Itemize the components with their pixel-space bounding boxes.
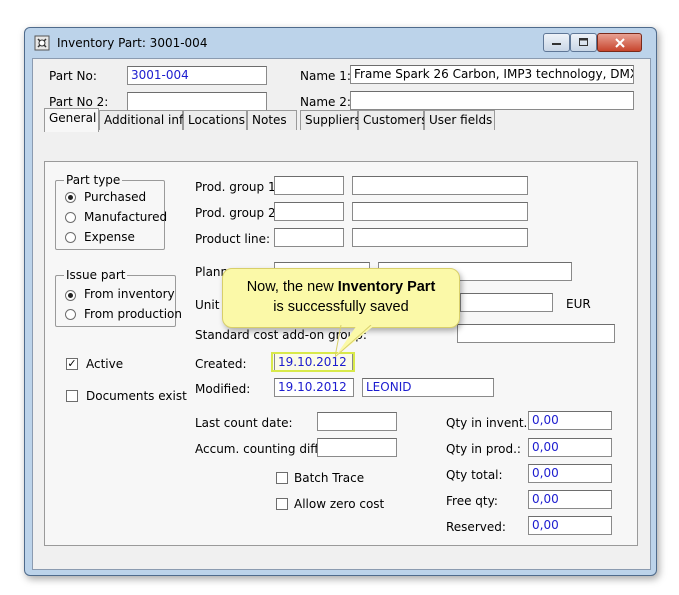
last-count-label: Last count date: <box>195 416 293 430</box>
callout-line2: is successfully saved <box>273 299 409 315</box>
window-title: Inventory Part: 3001-004 <box>57 36 208 50</box>
prod-group2-name-field[interactable] <box>352 202 528 221</box>
close-button[interactable] <box>597 33 642 52</box>
modified-field[interactable]: 19.10.2012 <box>274 378 354 397</box>
manufactured-label: Manufactured <box>84 210 168 224</box>
title-bar[interactable]: Inventory Part: 3001-004 <box>25 28 656 58</box>
close-icon <box>614 37 625 48</box>
tab-locations[interactable]: Locations <box>183 110 247 130</box>
batch-trace-label: Batch Trace <box>294 471 365 485</box>
issue-part-title: Issue part <box>64 268 128 282</box>
qty-inv-field[interactable]: 0,00 <box>528 411 612 430</box>
success-callout: Now, the new Inventory Part is successfu… <box>222 268 460 328</box>
prod-group2-code-field[interactable] <box>274 202 344 221</box>
radio-purchased[interactable] <box>65 192 76 203</box>
unit-cost-field[interactable] <box>460 293 553 312</box>
active-label: Active <box>86 357 124 371</box>
reserved-field[interactable]: 0,00 <box>528 516 612 535</box>
purchased-label: Purchased <box>84 190 147 204</box>
free-qty-label: Free qty: <box>446 494 498 508</box>
free-qty-field[interactable]: 0,00 <box>528 490 612 509</box>
product-line-code-field[interactable] <box>274 228 344 247</box>
tab-customers[interactable]: Customers <box>358 110 428 130</box>
part-no2-field[interactable] <box>127 92 267 111</box>
name2-field[interactable] <box>350 91 634 110</box>
from-inventory-label: From inventory <box>84 287 175 301</box>
part-no2-label: Part No 2: <box>49 95 109 109</box>
allow-zero-cost-checkbox[interactable] <box>276 498 288 510</box>
tab-general[interactable]: General <box>44 108 99 132</box>
tab-additional-info[interactable]: Additional info <box>99 110 191 130</box>
prod-group1-name-field[interactable] <box>352 176 528 195</box>
prod-group1-label: Prod. group 1: <box>195 180 280 194</box>
part-type-title: Part type <box>64 173 123 187</box>
allow-zero-cost-label: Allow zero cost <box>294 497 385 511</box>
reserved-label: Reserved: <box>446 520 506 534</box>
active-checkbox[interactable]: ✓ <box>66 358 78 370</box>
tab-notes[interactable]: Notes <box>247 110 297 130</box>
product-line-name-field[interactable] <box>352 228 528 247</box>
part-no-label: Part No: <box>49 69 97 83</box>
prod-group2-label: Prod. group 2: <box>195 206 280 220</box>
name1-label: Name 1: <box>300 69 351 83</box>
minimize-button[interactable] <box>543 33 570 52</box>
currency-label: EUR <box>566 297 591 311</box>
tab-user-fields[interactable]: User fields <box>424 110 495 130</box>
expense-label: Expense <box>84 230 135 244</box>
radio-from-inventory[interactable] <box>65 290 76 301</box>
maximize-icon <box>578 38 588 46</box>
standard-cost-field[interactable] <box>457 324 615 343</box>
radio-manufactured[interactable] <box>65 212 76 223</box>
accum-diff-field[interactable] <box>317 438 397 457</box>
qty-prod-label: Qty in prod.: <box>446 442 521 456</box>
minimize-icon <box>551 42 561 45</box>
tab-suppliers[interactable]: Suppliers <box>300 110 361 130</box>
batch-trace-checkbox[interactable] <box>276 472 288 484</box>
maximize-button[interactable] <box>570 33 597 52</box>
last-count-field[interactable] <box>317 412 397 431</box>
documents-exist-checkbox[interactable] <box>66 390 78 402</box>
name1-field[interactable]: Frame Spark 26 Carbon, IMP3 technology, … <box>350 65 634 84</box>
part-no-field[interactable]: 3001-004 <box>127 66 267 85</box>
qty-total-field[interactable]: 0,00 <box>528 464 612 483</box>
modified-label: Modified: <box>195 382 251 396</box>
app-icon <box>34 35 50 51</box>
created-label: Created: <box>195 357 247 371</box>
radio-expense[interactable] <box>65 232 76 243</box>
modified-by-field[interactable]: LEONID <box>362 378 494 397</box>
documents-exist-label: Documents exist <box>86 389 187 403</box>
accum-diff-label: Accum. counting diff.: <box>195 442 327 456</box>
qty-prod-field[interactable]: 0,00 <box>528 438 612 457</box>
callout-pointer-icon <box>335 325 375 358</box>
qty-inv-label: Qty in invent.: <box>446 416 532 430</box>
from-production-label: From production <box>84 307 182 321</box>
product-line-label: Product line: <box>195 232 271 246</box>
radio-from-production[interactable] <box>65 309 76 320</box>
qty-total-label: Qty total: <box>446 468 503 482</box>
callout-line1: Now, the new Inventory Part <box>246 279 436 295</box>
name2-label: Name 2: <box>300 95 351 109</box>
prod-group1-code-field[interactable] <box>274 176 344 195</box>
